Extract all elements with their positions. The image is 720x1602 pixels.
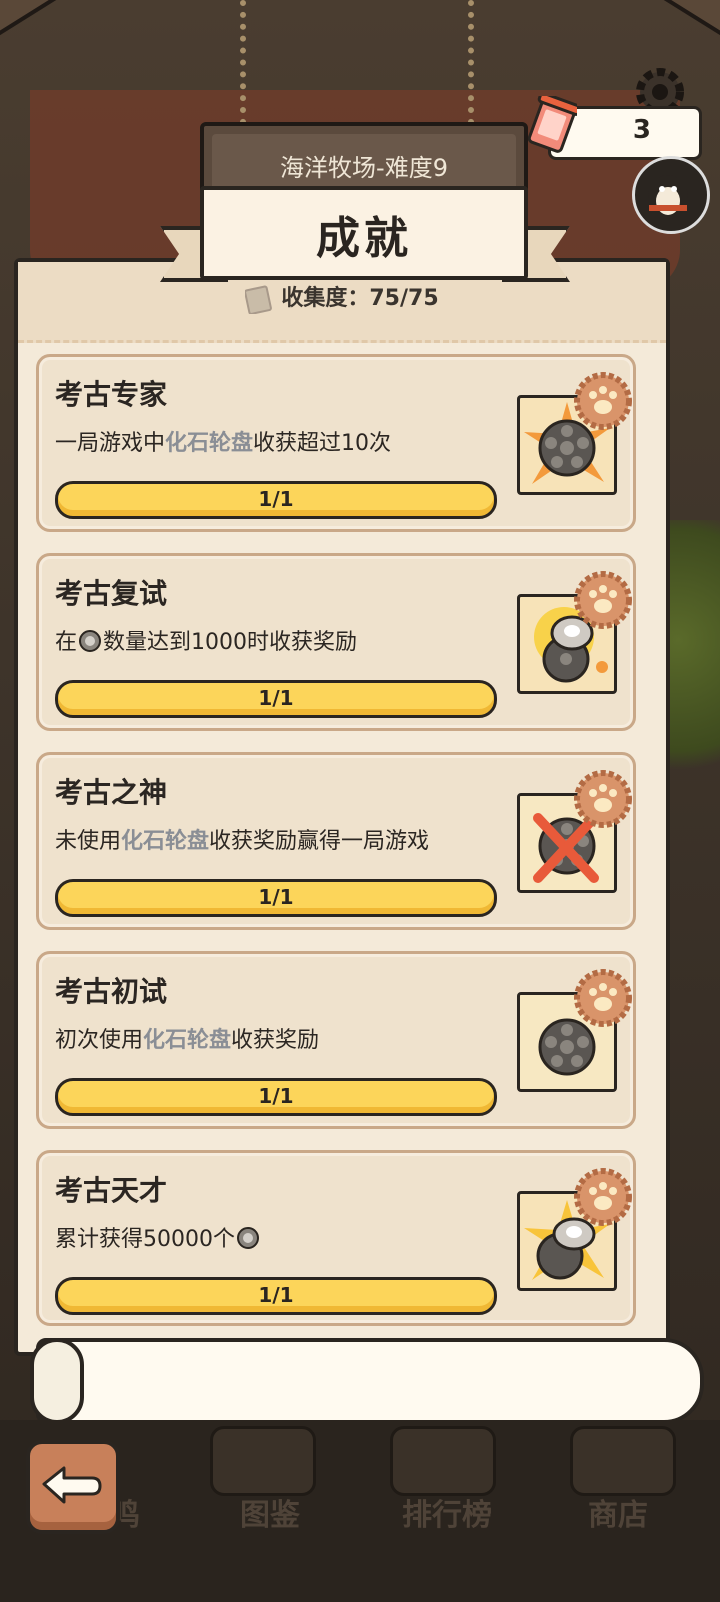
achievement-description: 在数量达到1000时收获奖励 xyxy=(55,630,358,655)
penguin-icon xyxy=(648,175,688,219)
nav-shop-icon xyxy=(570,1426,676,1496)
achievement-progress-bar: 1/1 xyxy=(55,481,497,519)
paw-badge-icon xyxy=(574,770,632,828)
nav-item-leaderboard[interactable]: 排行榜 xyxy=(402,1490,492,1534)
progress-text: 1/1 xyxy=(258,686,294,710)
nav-book-icon xyxy=(210,1426,316,1496)
back-arrow-icon xyxy=(42,1466,102,1504)
achievement-title: 考古之神 xyxy=(55,776,168,809)
achievement-description: 累计获得50000个 xyxy=(55,1221,261,1253)
progress-text: 1/1 xyxy=(258,487,294,511)
achievement-description: 未使用化石轮盘收获奖励赢得一局游戏 xyxy=(55,829,430,854)
achievement-card: 考古天才 累计获得50000个 1/1 xyxy=(36,1150,636,1326)
back-button[interactable] xyxy=(26,1440,120,1534)
progress-text: 1/1 xyxy=(258,1283,294,1307)
progress-text: 1/1 xyxy=(258,1084,294,1108)
paw-badge-icon xyxy=(574,969,632,1027)
panel-title: 成就 xyxy=(316,213,412,264)
sign-chain-left xyxy=(240,0,276,125)
achievement-progress-bar: 1/1 xyxy=(55,1078,497,1116)
avatar[interactable] xyxy=(632,156,710,234)
achievement-description: 初次使用化石轮盘收获奖励 xyxy=(55,1028,320,1053)
fossil-coin-icon xyxy=(237,1227,259,1249)
ticket-count: 3 xyxy=(632,115,651,145)
nav-item-shop[interactable]: 商店 xyxy=(588,1490,648,1534)
paw-badge-icon xyxy=(574,372,632,430)
achievement-progress-bar: 1/1 xyxy=(55,879,497,917)
paw-badge-icon xyxy=(574,571,632,629)
achievement-card: 考古之神 未使用化石轮盘收获奖励赢得一局游戏 1/1 xyxy=(36,752,636,930)
level-title: 海洋牧场-难度9 xyxy=(280,154,448,182)
achievement-card: 考古复试 在数量达到1000时收获奖励 1/1 xyxy=(36,553,636,731)
achievement-description: 一局游戏中化石轮盘收获超过10次 xyxy=(55,431,392,456)
book-icon xyxy=(245,285,273,314)
achievement-progress-bar: 1/1 xyxy=(55,680,497,718)
achievement-card: 考古初试 初次使用化石轮盘收获奖励 1/1 xyxy=(36,951,636,1129)
scroll-roll-end xyxy=(30,1338,84,1424)
ticket-icon xyxy=(527,96,577,153)
paw-badge-icon xyxy=(574,1168,632,1226)
nav-scroll-icon xyxy=(390,1426,496,1496)
fossil-coin-icon xyxy=(79,630,102,652)
collection-label: 收集度：75/75 xyxy=(281,286,439,311)
achievement-title: 考古复试 xyxy=(55,577,168,610)
achievement-progress-bar: 1/1 xyxy=(55,1277,497,1315)
achievement-title: 考古专家 xyxy=(55,378,168,411)
progress-text: 1/1 xyxy=(258,885,294,909)
achievement-card: 考古专家 一局游戏中化石轮盘收获超过10次 1/1 xyxy=(36,354,636,532)
achievement-title: 考古初试 xyxy=(55,975,168,1008)
sign-chain-right xyxy=(468,0,504,125)
panel-title-ribbon: 成就 xyxy=(200,186,528,280)
nav-item-catalog[interactable]: 图鉴 xyxy=(240,1490,300,1534)
scroll-bottom-roll xyxy=(36,1338,704,1424)
achievement-title: 考古天才 xyxy=(55,1174,168,1207)
collection-progress: 收集度：75/75 xyxy=(18,280,666,314)
